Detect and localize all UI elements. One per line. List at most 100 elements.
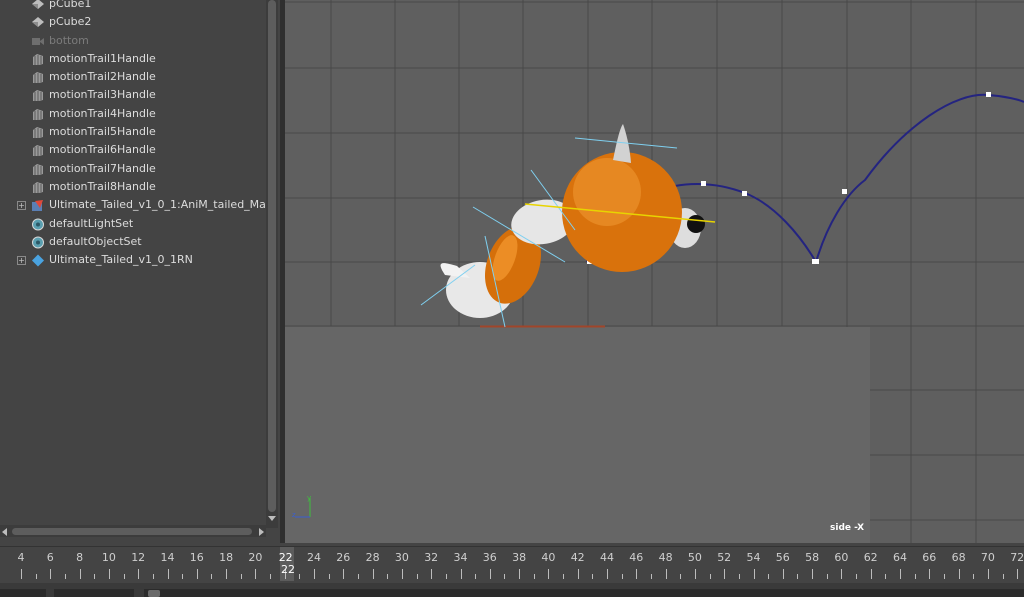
outliner-item[interactable]: defaultObjectSet — [0, 233, 266, 251]
frame-tick-minor — [446, 574, 447, 579]
outliner-item[interactable]: motionTrail3Handle — [0, 86, 266, 104]
frame-tick-minor — [680, 574, 681, 579]
outliner-item[interactable]: + Ultimate_Tailed_v1_0_1RN — [0, 251, 266, 269]
outliner-item-label: motionTrail1Handle — [49, 51, 156, 65]
frame-tick-minor — [504, 574, 505, 579]
motion-trail-icon — [31, 89, 45, 102]
outliner-horizontal-scrollbar[interactable] — [0, 525, 266, 537]
outliner-item[interactable]: motionTrail8Handle — [0, 178, 266, 196]
frame-tick-major — [724, 569, 725, 579]
frame-tick-major — [373, 569, 374, 579]
frame-tick-minor — [475, 574, 476, 579]
motion-trail-icon — [31, 108, 45, 121]
frame-tick-label: 44 — [600, 551, 614, 564]
outliner-item-label: motionTrail3Handle — [49, 88, 156, 102]
frame-tick-major — [548, 569, 549, 579]
frame-tick-minor — [622, 574, 623, 579]
motion-trail-icon — [31, 163, 45, 176]
frame-tick-label: 66 — [922, 551, 937, 564]
svg-text:z: z — [292, 511, 296, 519]
frame-tick-major — [636, 569, 637, 579]
frame-tick-minor — [592, 574, 593, 579]
frame-tick-minor — [915, 574, 916, 579]
set-icon — [31, 236, 45, 249]
outliner-item[interactable]: motionTrail2Handle — [0, 68, 266, 86]
scroll-left-arrow-icon[interactable] — [2, 528, 7, 536]
frame-tick-label: 8 — [76, 551, 84, 564]
frame-tick-label: 54 — [746, 551, 761, 564]
frame-tick-label: 6 — [46, 551, 54, 564]
time-slider[interactable]: 4 6 8 10 12 14 16 18 20 22 24 26 28 30 32 34 36 38 40 42 44 4… — [0, 546, 1024, 583]
viewport-scene[interactable]: y z — [285, 0, 1024, 543]
frame-tick-label: 30 — [394, 551, 409, 564]
outliner-item[interactable]: motionTrail7Handle — [0, 160, 266, 178]
outliner-item[interactable]: motionTrail1Handle — [0, 50, 266, 68]
frame-tick-label: 18 — [219, 551, 234, 564]
svg-text:y: y — [307, 494, 311, 502]
frame-tick-label: 70 — [980, 551, 995, 564]
outliner-item-label: defaultObjectSet — [49, 234, 142, 248]
frame-tick-major — [197, 569, 198, 579]
outliner-item[interactable]: + Ultimate_Tailed_v1_0_1:AniM_tailed_Main — [0, 196, 276, 214]
frame-tick-major — [929, 569, 930, 579]
frame-tick-major — [841, 569, 842, 579]
frame-tick-major — [988, 569, 989, 579]
frame-tick-label: 24 — [307, 551, 321, 564]
outliner-item[interactable]: pCube1 — [0, 0, 266, 13]
mesh-icon — [31, 0, 45, 11]
expand-plus-icon[interactable]: + — [17, 201, 26, 211]
motion-trail-icon — [31, 181, 45, 194]
outliner-item[interactable]: defaultLightSet — [0, 215, 266, 233]
ground-plane — [285, 327, 870, 543]
character-rig — [420, 124, 716, 328]
outliner-item[interactable]: bottom — [0, 32, 266, 50]
outliner-item[interactable]: motionTrail5Handle — [0, 123, 266, 141]
range-start-field[interactable] — [0, 589, 46, 597]
frame-tick-label: 64 — [893, 551, 907, 564]
frame-tick-major — [871, 569, 872, 579]
outliner-vertical-scrollbar[interactable] — [266, 0, 278, 528]
reference-icon — [31, 254, 45, 267]
camera-icon — [31, 35, 45, 48]
frame-tick-major — [812, 569, 813, 579]
frame-tick-label: 20 — [248, 551, 263, 564]
outliner-item[interactable]: motionTrail6Handle — [0, 141, 266, 159]
outliner-item[interactable]: pCube2 — [0, 13, 266, 31]
frame-tick-label: 26 — [336, 551, 351, 564]
outliner-item-label: Ultimate_Tailed_v1_0_1RN — [49, 253, 193, 267]
motion-trail-icon — [31, 53, 45, 66]
frame-tick-major — [343, 569, 344, 579]
frame-tick-minor — [885, 574, 886, 579]
frame-tick-label: 62 — [863, 551, 878, 564]
range-slider-knob[interactable] — [148, 590, 160, 597]
frame-tick-label: 16 — [189, 551, 204, 564]
frame-tick-label: 40 — [541, 551, 556, 564]
frame-tick-minor — [563, 574, 564, 579]
camera-view-label: side -X — [830, 523, 865, 533]
frame-tick-label: 60 — [834, 551, 849, 564]
outliner-horizontal-scroll-thumb[interactable] — [12, 528, 252, 535]
scroll-down-arrow-icon[interactable] — [268, 516, 276, 521]
frame-tick-minor — [651, 574, 652, 579]
frame-tick-major — [607, 569, 608, 579]
frame-tick-label: 56 — [775, 551, 790, 564]
range-slider-bar — [0, 583, 1024, 597]
frame-tick-label: 36 — [482, 551, 497, 564]
range-slider-track[interactable] — [144, 589, 1024, 597]
frame-tick-minor — [710, 574, 711, 579]
frame-tick-major — [80, 569, 81, 579]
outliner-item-label: motionTrail5Handle — [49, 125, 156, 139]
frame-tick-major — [314, 569, 315, 579]
frame-tick-minor — [241, 574, 242, 579]
frame-tick-minor — [827, 574, 828, 579]
viewport-panel[interactable]: y z — [285, 0, 1024, 543]
outliner-item-label: motionTrail2Handle — [49, 70, 156, 84]
scroll-right-arrow-icon[interactable] — [259, 528, 264, 536]
expand-plus-icon[interactable]: + — [17, 256, 26, 266]
outliner-item[interactable]: motionTrail4Handle — [0, 105, 266, 123]
outliner-vertical-scroll-thumb[interactable] — [268, 0, 276, 512]
outliner-item-label: motionTrail7Handle — [49, 161, 156, 175]
frame-tick-label: 52 — [717, 551, 732, 564]
range-start-field-2[interactable] — [54, 589, 134, 597]
frame-tick-major — [1017, 569, 1018, 579]
